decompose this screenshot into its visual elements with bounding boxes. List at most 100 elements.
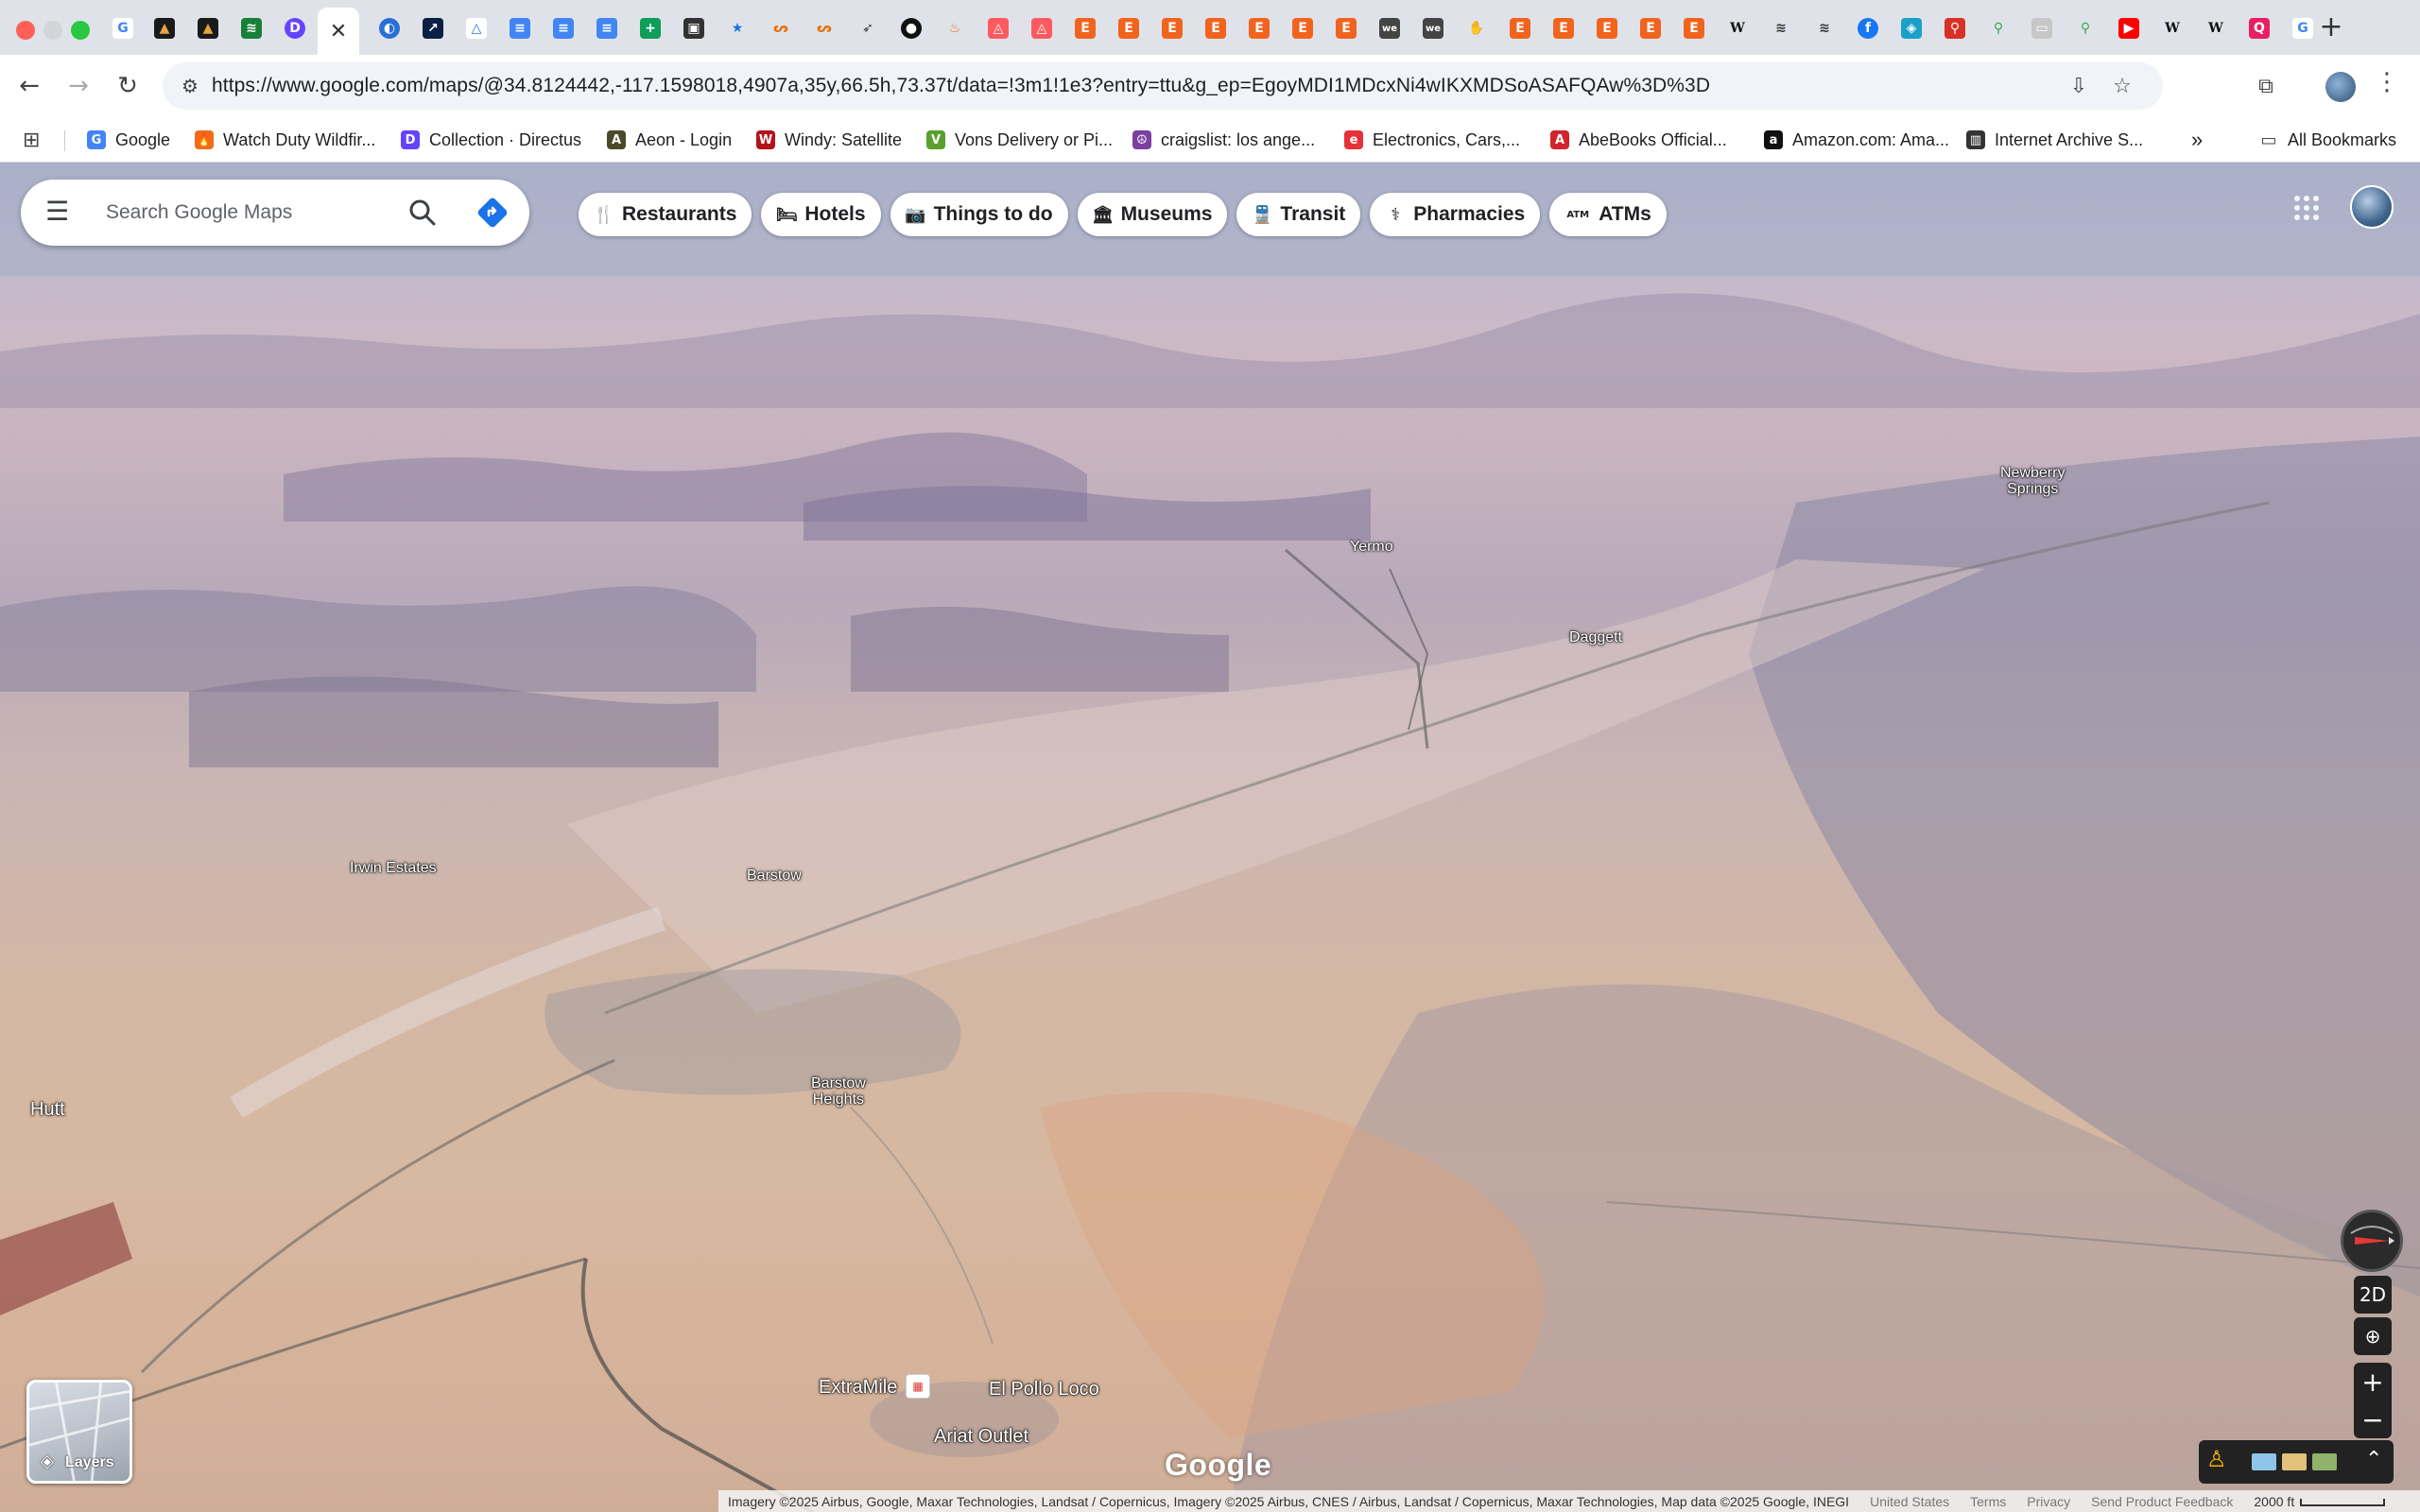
tab-rocket[interactable]: ➶	[847, 8, 889, 49]
zoom-out-button[interactable]: −	[2354, 1400, 2392, 1438]
site-info-icon[interactable]: ⚙	[182, 75, 204, 97]
tab-zapier-1[interactable]: ᔕ	[760, 8, 802, 49]
chip-museums[interactable]: 🏛 Museums	[1077, 193, 1228, 236]
tab-etsy-5[interactable]: E	[1238, 8, 1280, 49]
back-button[interactable]: ←	[11, 68, 47, 104]
tab-star[interactable]: ★	[717, 8, 758, 49]
tab-etsy-4[interactable]: E	[1195, 8, 1236, 49]
all-bookmarks-button[interactable]: ▭ All Bookmarks	[2259, 127, 2396, 153]
url-text[interactable]: https://www.google.com/maps/@34.8124442,…	[212, 75, 1710, 97]
bookmark-item[interactable]: ▥ Internet Archive S...	[1966, 127, 2143, 153]
bookmark-item[interactable]: A Aeon - Login	[607, 127, 732, 153]
map-canvas[interactable]: Yermo Daggett Newberry Springs Irwin Est…	[0, 163, 2420, 1512]
pegman-icon[interactable]: ♙	[2206, 1446, 2233, 1478]
window-close-button[interactable]	[16, 21, 35, 40]
place-label-barstow[interactable]: Barstow	[747, 868, 802, 884]
bookmark-item[interactable]: ☮ craigslist: los ange...	[1132, 127, 1315, 153]
bookmark-item[interactable]: e Electronics, Cars,...	[1344, 127, 1520, 153]
tab-etsy-3[interactable]: E	[1151, 8, 1193, 49]
region-link[interactable]: United States	[1870, 1494, 1949, 1509]
tab-wiki-web-2[interactable]: we	[1412, 8, 1454, 49]
tab-windy-2[interactable]: ≋	[1804, 8, 1845, 49]
search-icon[interactable]	[406, 197, 439, 229]
chip-hotels[interactable]: 🛏 Hotels	[761, 193, 881, 236]
tab-wikipedia-1[interactable]: W	[1717, 8, 1758, 49]
place-label-el-pollo-loco[interactable]: El Pollo Loco	[989, 1380, 1099, 1400]
tab-sheets-chart[interactable]: ≋	[231, 8, 272, 49]
tab-google-maps-active[interactable]: ✕	[318, 8, 359, 55]
tab-etsy-8[interactable]: E	[1499, 8, 1541, 49]
tab-etsy-1[interactable]: E	[1064, 8, 1106, 49]
tab-pin-red[interactable]: ⚲	[1934, 8, 1976, 49]
tab-maps-2[interactable]: ⚲	[2065, 8, 2106, 49]
tab-windy-1[interactable]: ≋	[1760, 8, 1802, 49]
tab-drive[interactable]: △	[456, 8, 497, 49]
chip-restaurants[interactable]: 🍴 Restaurants	[579, 193, 752, 236]
layers-button[interactable]: ◈ Layers	[26, 1380, 132, 1484]
expand-icon[interactable]: ⌃	[2365, 1448, 2382, 1471]
tab-youtube[interactable]: ▶	[2108, 8, 2150, 49]
tab-etsy-10[interactable]: E	[1586, 8, 1628, 49]
window-minimize-button[interactable]	[43, 21, 62, 40]
window-maximize-button[interactable]	[71, 21, 90, 40]
privacy-link[interactable]: Privacy	[2027, 1494, 2070, 1509]
menu-icon[interactable]: ☰	[45, 198, 74, 227]
place-label-hutt[interactable]: Hutt	[30, 1100, 65, 1120]
profile-avatar[interactable]	[2325, 72, 2356, 102]
place-label-ariat-outlet[interactable]: Ariat Outlet	[934, 1427, 1028, 1447]
place-label-irwin-estates[interactable]: Irwin Estates	[350, 860, 437, 876]
new-tab-button[interactable]: +	[2314, 11, 2348, 45]
reload-button[interactable]: ↻	[110, 68, 146, 104]
bookmark-item[interactable]: W Windy: Satellite	[756, 127, 902, 153]
account-avatar[interactable]	[2350, 185, 2394, 229]
chip-pharmacies[interactable]: ⚕ Pharmacies	[1370, 193, 1541, 236]
chip-transit[interactable]: 🚆 Transit	[1236, 193, 1361, 236]
scale-indicator[interactable]: 2000 ft	[2254, 1494, 2386, 1509]
bookmark-item[interactable]: a Amazon.com: Ama...	[1764, 127, 1949, 153]
tab-google[interactable]: G	[102, 8, 144, 49]
apps-grid-icon[interactable]: ⊞	[23, 129, 45, 152]
tab-circle[interactable]: ●	[890, 8, 932, 49]
google-apps-icon[interactable]	[2291, 193, 2322, 223]
chip-things-to-do[interactable]: 📷 Things to do	[890, 193, 1068, 236]
map-tile-thumbnail[interactable]	[2252, 1453, 2276, 1470]
bookmarks-overflow-button[interactable]: »	[2191, 127, 2203, 153]
place-label-newberry-springs[interactable]: Newberry Springs	[2000, 465, 2065, 497]
tab-etsy-6[interactable]: E	[1282, 8, 1323, 49]
compass-control[interactable]	[2341, 1210, 2403, 1272]
tab-docs-1[interactable]: ≡	[499, 8, 541, 49]
close-tab-icon[interactable]: ✕	[330, 20, 347, 43]
tab-photo[interactable]: ▣	[673, 8, 715, 49]
tab-chart[interactable]: ▲	[144, 8, 185, 49]
place-label-barstow-heights[interactable]: Barstow Heights	[811, 1075, 866, 1108]
cast-icon[interactable]: ⧉	[2250, 70, 2282, 102]
tab-docs-3[interactable]: ≡	[586, 8, 628, 49]
tab-etsy-12[interactable]: E	[1673, 8, 1715, 49]
tab-etsy-2[interactable]: E	[1108, 8, 1150, 49]
zoom-in-button[interactable]: +	[2354, 1363, 2392, 1400]
tab-etsy-7[interactable]: E	[1325, 8, 1367, 49]
install-app-icon[interactable]: ⇩	[2063, 70, 2095, 102]
tab-facebook[interactable]: f	[1847, 8, 1889, 49]
tab-wiki-web-1[interactable]: we	[1369, 8, 1410, 49]
bookmark-item[interactable]: A AbeBooks Official...	[1550, 127, 1727, 153]
address-bar[interactable]: ⚙ https://www.google.com/maps/@34.812444…	[163, 62, 2163, 110]
search-input[interactable]	[106, 198, 399, 227]
tab-weather[interactable]: ◐	[369, 8, 410, 49]
forward-button[interactable]: →	[60, 68, 96, 104]
bookmark-item[interactable]: 🔥 Watch Duty Wildfir...	[195, 127, 375, 153]
tab-wikipedia-3[interactable]: W	[2195, 8, 2237, 49]
tab-app-blue[interactable]: ◈	[1891, 8, 1932, 49]
tab-grey[interactable]: ▭	[2021, 8, 2063, 49]
my-location-button[interactable]: ⊕	[2354, 1317, 2392, 1355]
tab-directus[interactable]: D	[274, 8, 316, 49]
tab-chart-2[interactable]: ▲	[187, 8, 229, 49]
tab-airbnb-1[interactable]: ◬	[977, 8, 1019, 49]
tab-zapier-2[interactable]: ᔕ	[804, 8, 845, 49]
store-pin-icon[interactable]: ▦	[906, 1374, 930, 1399]
terms-link[interactable]: Terms	[1970, 1494, 2006, 1509]
toggle-2d-button[interactable]: 2D	[2354, 1276, 2392, 1314]
tab-app[interactable]: ↗	[412, 8, 454, 49]
directions-icon[interactable]	[476, 197, 509, 229]
place-label-yermo[interactable]: Yermo	[1350, 539, 1393, 555]
